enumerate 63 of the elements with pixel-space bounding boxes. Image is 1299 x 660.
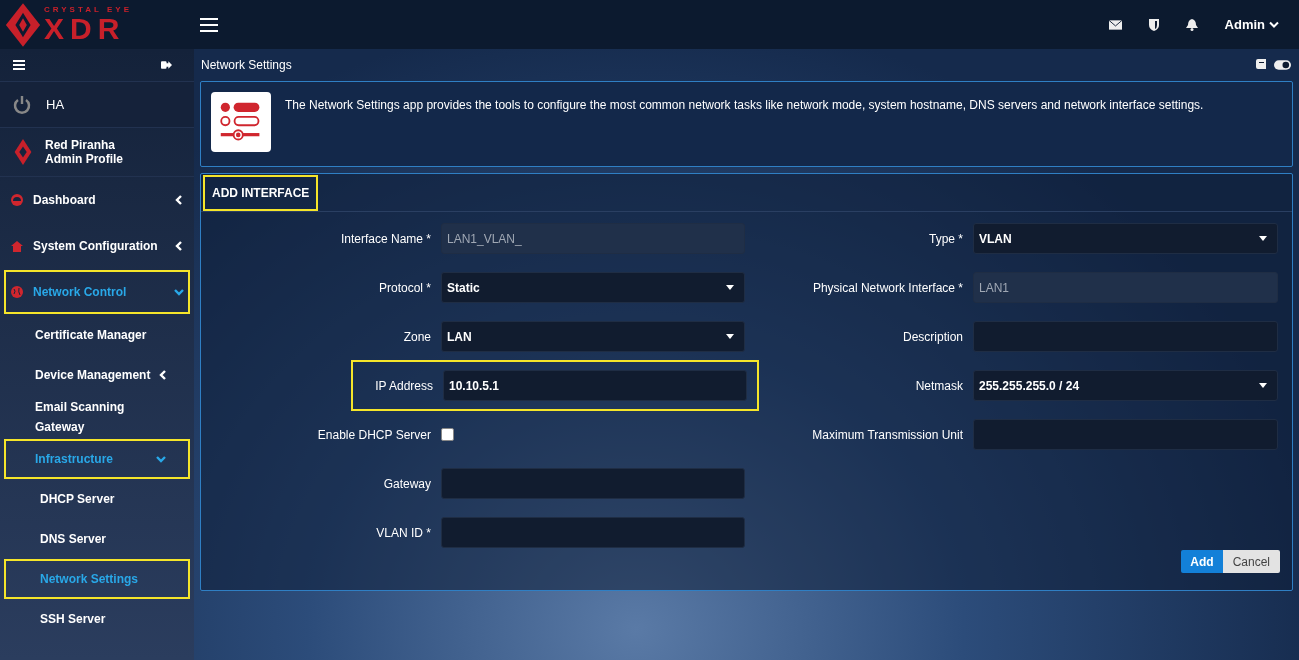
field-label: Enable DHCP Server (316, 427, 432, 442)
field-label: Maximum Transmission Unit (811, 427, 964, 442)
profile-role: Admin Profile (45, 152, 123, 166)
house-icon (11, 240, 23, 252)
dropdown-field[interactable]: 255.255.255.0 / 24 (973, 370, 1278, 401)
field-label: IP Address (374, 378, 434, 393)
field-label: VLAN ID * (375, 525, 432, 540)
toggle-icon[interactable] (1274, 60, 1291, 70)
dropdown-field[interactable]: VLAN (973, 223, 1278, 254)
sidebar-subitem[interactable]: Infrastructure (4, 439, 190, 479)
intro-text: The Network Settings app provides the tools to configure the most common network tasks like network mode, system hostname, DNS servers and network interface settings. (285, 97, 1204, 113)
dropdown-field[interactable]: LAN (441, 321, 745, 352)
menu-icon[interactable] (13, 60, 25, 70)
text-field[interactable] (973, 321, 1278, 352)
field-label: Gateway (382, 476, 432, 491)
shield-icon[interactable] (1148, 18, 1159, 31)
sidebar-item[interactable]: System Configuration (4, 224, 190, 268)
text-field[interactable] (973, 419, 1278, 450)
profile-name: Red Piranha (45, 138, 117, 152)
menu-icon[interactable] (200, 17, 218, 32)
cancel-button[interactable]: Cancel (1222, 550, 1280, 573)
sidebar-item[interactable]: Network Control (4, 270, 190, 314)
sidebar-subitem[interactable]: DHCP Server (4, 479, 190, 519)
diamond-logo-icon (13, 138, 33, 166)
caret-down-icon (726, 334, 734, 339)
text-field[interactable] (441, 468, 745, 499)
field-label: Protocol * (377, 280, 432, 295)
logo-wordmark: XDR (44, 13, 126, 44)
book-icon[interactable] (1256, 59, 1266, 71)
chevron-down-icon (1269, 21, 1279, 28)
caret-down-icon (1259, 383, 1267, 388)
globe-icon (11, 286, 23, 298)
power-icon[interactable] (12, 94, 32, 115)
page-title: Network Settings (201, 58, 292, 72)
logo-tagline: CRYSTAL EYE (44, 5, 132, 14)
dropdown-field[interactable]: Static (441, 272, 745, 303)
field-label: Netmask (914, 378, 964, 393)
checkbox[interactable] (441, 428, 454, 441)
sidebar-subitem[interactable]: SSH Server (4, 599, 190, 639)
ha-label: HA (46, 97, 65, 112)
sidebar-subitem[interactable]: Certificate Manager (4, 315, 190, 355)
gauge-icon (11, 194, 23, 206)
sidebar-subitem[interactable]: Device Management (4, 355, 190, 395)
user-menu[interactable]: Admin (1224, 17, 1279, 32)
bell-icon[interactable] (1185, 18, 1198, 31)
app-icon (211, 92, 271, 152)
sign-out-icon[interactable] (161, 60, 172, 70)
field-label: Description (901, 329, 964, 344)
sidebar-subitem[interactable]: Email Scanning Gateway (4, 395, 190, 439)
field-label: Physical Network Interface * (811, 280, 964, 295)
sidebar-subitem[interactable]: DNS Server (4, 519, 190, 559)
section-title: ADD INTERFACE (203, 174, 319, 211)
field-label: Type * (927, 231, 964, 246)
text-field[interactable] (441, 517, 745, 548)
mail-icon[interactable] (1108, 19, 1122, 30)
sidebar-item[interactable]: Dashboard (4, 178, 190, 222)
add-button[interactable]: Add (1181, 550, 1223, 573)
field-label: Zone (402, 329, 432, 344)
caret-down-icon (1259, 236, 1267, 241)
text-field[interactable]: 10.10.5.1 (443, 370, 747, 401)
field-label: Interface Name * (339, 231, 432, 246)
sidebar-subitem[interactable]: Network Settings (4, 559, 190, 599)
caret-down-icon (726, 285, 734, 290)
